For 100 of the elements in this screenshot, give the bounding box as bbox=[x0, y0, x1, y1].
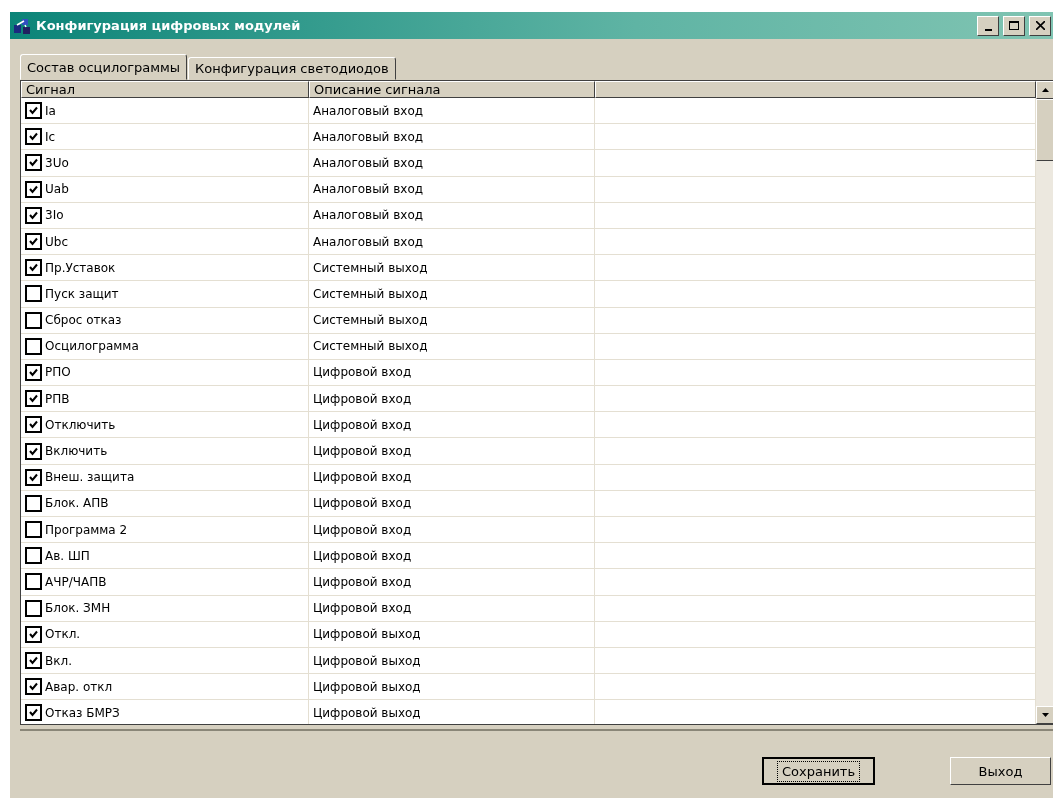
check-icon bbox=[29, 367, 38, 377]
signal-label: Пр.Уставок bbox=[45, 260, 116, 275]
maximize-button[interactable] bbox=[1003, 15, 1025, 36]
signal-label: АЧР/ЧАПВ bbox=[45, 574, 107, 589]
checkbox[interactable] bbox=[25, 494, 42, 512]
table-cell: Системный выход bbox=[309, 255, 595, 282]
scroll-up-button[interactable] bbox=[1036, 81, 1053, 99]
checkbox[interactable] bbox=[25, 259, 42, 277]
check-icon bbox=[29, 132, 38, 142]
checkbox[interactable] bbox=[25, 180, 42, 198]
checkbox[interactable] bbox=[25, 363, 42, 381]
table-cell: Системный выход bbox=[309, 281, 595, 308]
app-icon bbox=[12, 16, 32, 35]
check-icon bbox=[29, 158, 38, 168]
table-cell: Аналоговый вход bbox=[309, 124, 595, 151]
table-cell: Цифровой вход bbox=[309, 569, 595, 596]
signal-label: Ic bbox=[45, 129, 56, 144]
checkbox[interactable] bbox=[25, 678, 42, 696]
checkbox[interactable] bbox=[25, 206, 42, 224]
table-cell: Системный выход bbox=[309, 307, 595, 334]
table-cell: Цифровой вход bbox=[309, 412, 595, 439]
table-cell: Цифровой выход bbox=[309, 621, 595, 648]
signal-label: Осцилограмма bbox=[45, 339, 139, 354]
checkbox[interactable] bbox=[25, 154, 42, 172]
signal-label: Отключить bbox=[45, 417, 116, 432]
signal-label: РПО bbox=[45, 365, 71, 380]
checkbox[interactable] bbox=[25, 390, 42, 408]
signal-label: Внеш. защита bbox=[45, 470, 135, 485]
scrollbar[interactable] bbox=[1036, 81, 1053, 724]
check-icon bbox=[29, 708, 38, 718]
check-icon bbox=[29, 656, 38, 666]
signal-label: Откл. bbox=[45, 627, 81, 642]
signal-label: Блок. АПВ bbox=[45, 496, 109, 511]
table-cell: Цифровой вход bbox=[309, 517, 595, 544]
table-cell: Аналоговый вход bbox=[309, 98, 595, 125]
close-button[interactable] bbox=[1029, 15, 1051, 36]
signal-label: 3Io bbox=[45, 208, 64, 223]
signal-label: Ubc bbox=[45, 234, 68, 249]
checkbox[interactable] bbox=[25, 337, 42, 355]
signal-label: Отказ БМРЗ bbox=[45, 705, 120, 720]
signal-label: Ia bbox=[45, 103, 56, 118]
signal-label: Включить bbox=[45, 444, 108, 459]
checkbox[interactable] bbox=[25, 547, 42, 565]
check-icon bbox=[29, 420, 38, 430]
signal-label: Программа 2 bbox=[45, 522, 128, 537]
scroll-down-button[interactable] bbox=[1036, 706, 1053, 724]
scroll-thumb[interactable] bbox=[1036, 99, 1053, 161]
checkbox[interactable] bbox=[25, 102, 42, 120]
table-cell: Цифровой вход bbox=[309, 359, 595, 387]
check-icon bbox=[29, 210, 38, 220]
checkbox[interactable] bbox=[25, 416, 42, 434]
down-arrow-icon bbox=[1041, 713, 1049, 717]
dialog-button[interactable]: Сохранить bbox=[762, 757, 875, 785]
up-arrow-icon bbox=[1041, 88, 1049, 92]
table-cell: Цифровой вход bbox=[309, 595, 595, 622]
checkbox[interactable] bbox=[25, 285, 42, 303]
check-icon bbox=[29, 184, 38, 194]
signal-label: РПВ bbox=[45, 391, 70, 406]
table-cell: Цифровой выход bbox=[309, 674, 595, 701]
signal-label: Сброс отказ bbox=[45, 313, 122, 328]
table-cell: Цифровой вход bbox=[309, 386, 595, 413]
window-title: Конфигурация цифровых модулей bbox=[36, 18, 302, 33]
checkbox[interactable] bbox=[25, 599, 42, 617]
table-cell: Цифровой выход bbox=[309, 647, 595, 675]
signal-label: Пуск защит bbox=[45, 286, 119, 301]
check-icon bbox=[29, 394, 38, 404]
tab[interactable]: Состав осцилограммы bbox=[20, 54, 188, 80]
checkbox[interactable] bbox=[25, 704, 42, 722]
signal-label: Ав. ШП bbox=[45, 548, 90, 563]
checkbox[interactable] bbox=[25, 442, 42, 460]
table-cell: Цифровой вход bbox=[309, 543, 595, 570]
tab[interactable]: Конфигурация светодиодов bbox=[188, 57, 396, 80]
table-cell: Аналоговый вход bbox=[309, 176, 595, 203]
dialog-button[interactable]: Выход bbox=[950, 757, 1051, 785]
signal-label: Uab bbox=[45, 182, 69, 197]
checkbox[interactable] bbox=[25, 311, 42, 329]
table-cell: Аналоговый вход bbox=[309, 202, 595, 229]
close-icon bbox=[1035, 21, 1045, 30]
checkbox[interactable] bbox=[25, 233, 42, 251]
table-cell: Системный выход bbox=[309, 333, 595, 360]
check-icon bbox=[29, 472, 38, 482]
checkbox[interactable] bbox=[25, 652, 42, 670]
column-header[interactable]: Сигнал bbox=[21, 81, 309, 98]
check-icon bbox=[29, 682, 38, 692]
column-header[interactable]: Описание сигнала bbox=[309, 81, 595, 98]
table-cell: Цифровой выход bbox=[309, 700, 595, 724]
check-icon bbox=[29, 106, 38, 116]
check-icon bbox=[29, 446, 38, 456]
checkbox[interactable] bbox=[25, 625, 42, 643]
checkbox[interactable] bbox=[25, 521, 42, 539]
table-cell: Цифровой вход bbox=[309, 464, 595, 491]
checkbox[interactable] bbox=[25, 573, 42, 591]
checkbox[interactable] bbox=[25, 468, 42, 486]
minimize-icon bbox=[984, 28, 992, 31]
checkbox[interactable] bbox=[25, 128, 42, 146]
signal-label: Авар. откл bbox=[45, 679, 113, 694]
maximize-icon bbox=[1009, 21, 1019, 30]
table-cell: Цифровой вход bbox=[309, 438, 595, 465]
minimize-button[interactable] bbox=[977, 15, 999, 36]
table-cell: Аналоговый вход bbox=[309, 150, 595, 177]
